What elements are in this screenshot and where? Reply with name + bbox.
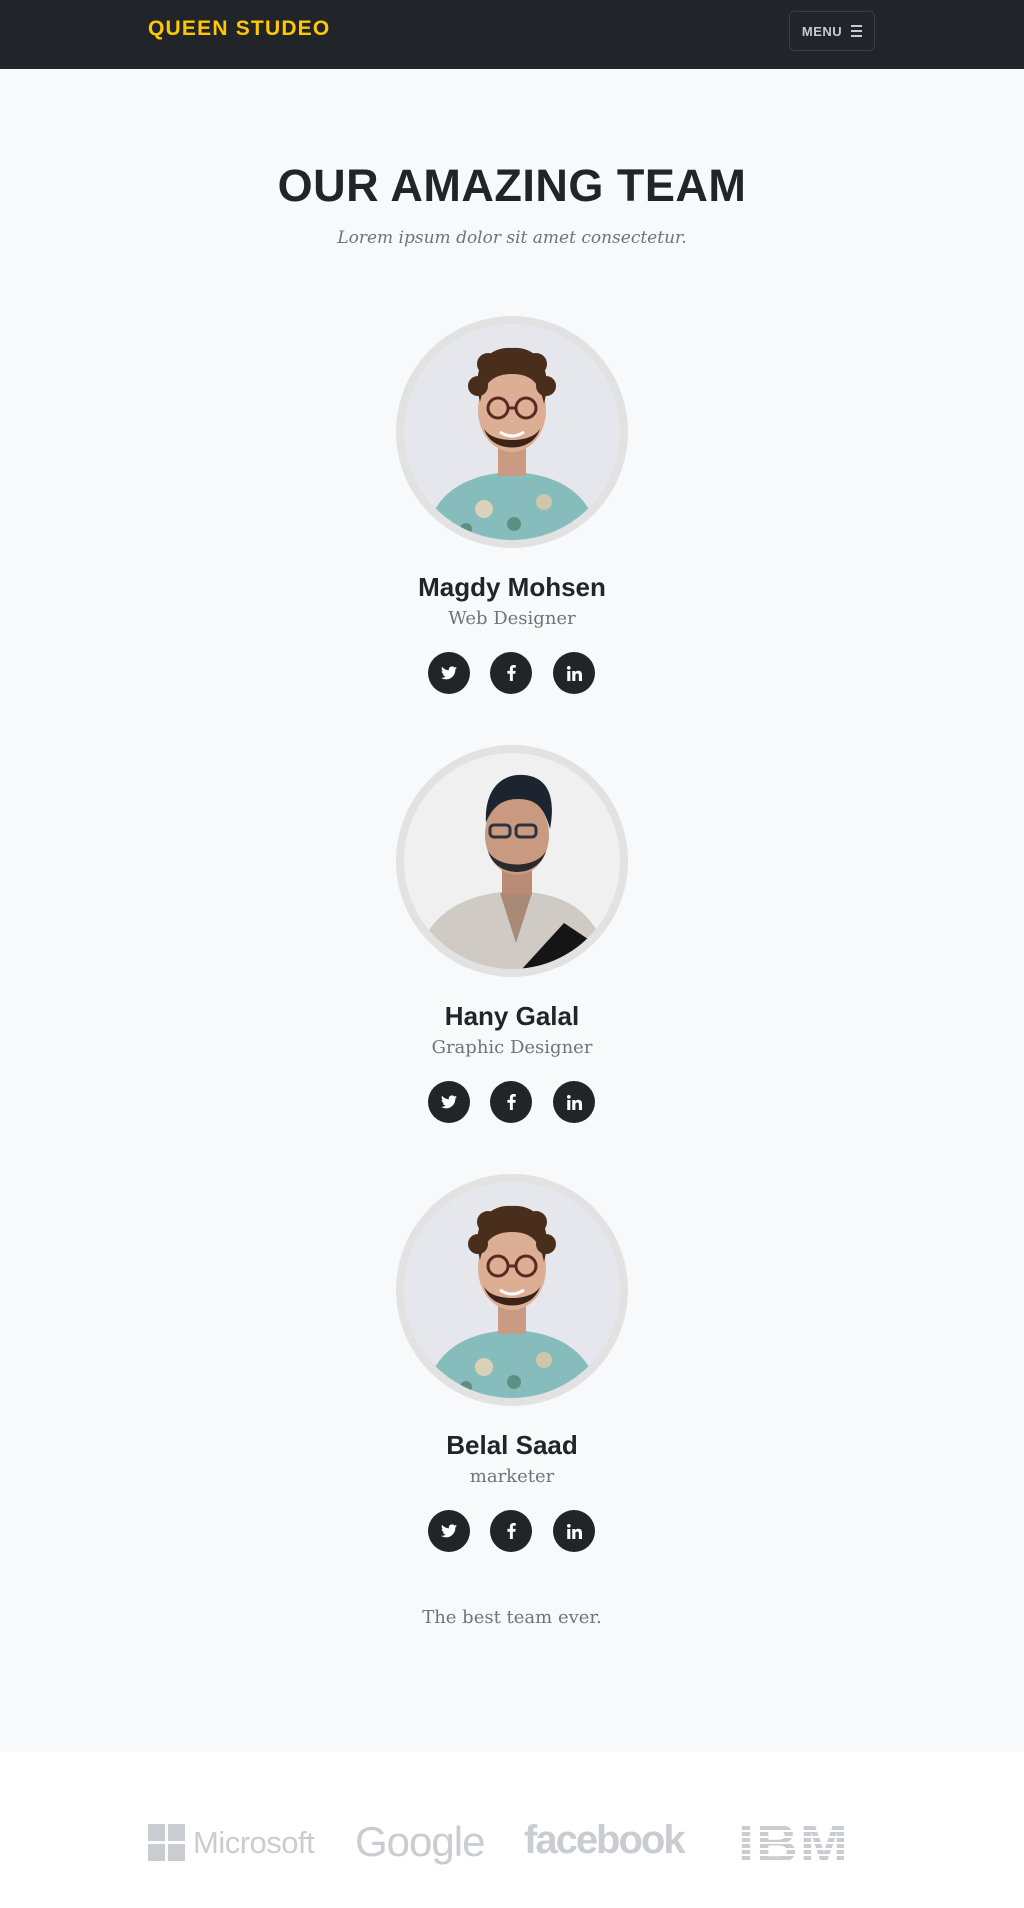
facebook-icon[interactable] — [490, 652, 532, 694]
member-name: Magdy Mohsen — [418, 572, 606, 602]
avatar — [396, 316, 628, 548]
google-logo[interactable]: Google — [355, 1818, 485, 1866]
member-role: Web Designer — [448, 608, 576, 629]
avatar — [396, 1174, 628, 1406]
team-member: Belal Saad marketer — [0, 1174, 1024, 1574]
team-member: Magdy Mohsen Web Designer — [0, 316, 1024, 716]
brand-link[interactable]: QUEEN STUDEO — [148, 17, 330, 41]
linkedin-icon[interactable] — [553, 652, 595, 694]
linkedin-icon[interactable] — [553, 1081, 595, 1123]
client-logos: Microsoft Google facebook IBM — [0, 1752, 1024, 1908]
social-links — [428, 652, 596, 694]
microsoft-logo[interactable]: Microsoft — [148, 1824, 315, 1861]
navbar: QUEEN STUDEO MENU — [0, 0, 1024, 69]
social-links — [428, 1510, 596, 1552]
ibm-logo[interactable]: IBM — [736, 1820, 852, 1870]
microsoft-label: Microsoft — [193, 1824, 315, 1860]
team-tagline: The best team ever. — [422, 1607, 602, 1628]
facebook-icon[interactable] — [490, 1081, 532, 1123]
twitter-icon[interactable] — [428, 1510, 470, 1552]
twitter-icon[interactable] — [428, 652, 470, 694]
section-subtitle: Lorem ipsum dolor sit amet consectetur. — [337, 228, 687, 248]
hamburger-icon — [851, 25, 863, 37]
member-name: Belal Saad — [446, 1430, 578, 1460]
linkedin-icon[interactable] — [553, 1510, 595, 1552]
social-links — [428, 1081, 596, 1123]
twitter-icon[interactable] — [428, 1081, 470, 1123]
member-name: Hany Galal — [444, 1001, 580, 1031]
facebook-icon[interactable] — [490, 1510, 532, 1552]
section-title: OUR AMAZING TEAM — [277, 160, 747, 211]
member-role: Graphic Designer — [431, 1037, 593, 1058]
menu-button[interactable]: MENU — [789, 11, 875, 51]
avatar — [396, 745, 628, 977]
facebook-logo[interactable]: facebook — [524, 1818, 686, 1863]
team-member: Hany Galal Graphic Designer — [0, 745, 1024, 1145]
member-role: marketer — [469, 1466, 555, 1487]
menu-label: MENU — [801, 23, 843, 39]
windows-icon — [148, 1824, 185, 1861]
